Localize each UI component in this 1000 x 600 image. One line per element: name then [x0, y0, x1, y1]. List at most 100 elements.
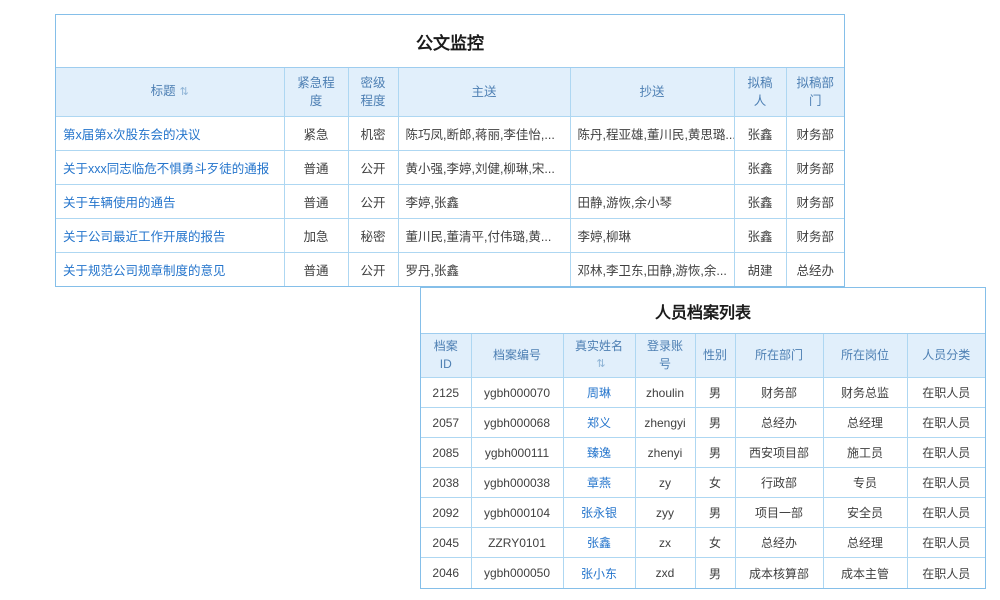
- personnel-name-cell: 郑义: [563, 408, 635, 438]
- doc-title-link[interactable]: 关于公司最近工作开展的报告: [63, 230, 226, 244]
- personnel-col-header-category: 人员分类: [907, 334, 985, 378]
- personnel-department-cell: 行政部: [735, 468, 823, 498]
- personnel-table-row: 2125 ygbh000070 周琳 zhoulin 男 财务部 财务总监 在职…: [421, 378, 985, 408]
- personnel-header-row: 档案ID 档案编号 真实姓名⇅ 登录账号 性别 所在部门 所在岗位 人员分类: [421, 334, 985, 378]
- personnel-col-header-code: 档案编号: [471, 334, 563, 378]
- doc-urgency-cell: 紧急: [284, 116, 348, 150]
- personnel-position-cell: 专员: [823, 468, 907, 498]
- personnel-name-cell: 张小东: [563, 558, 635, 588]
- doc-table-row: 关于规范公司规章制度的意见 普通 公开 罗丹,张鑫 邓林,李卫东,田静,游恢,余…: [56, 252, 844, 286]
- sort-icon: ⇅: [596, 357, 605, 373]
- doc-header-row: 标题⇅ 紧急程度 密级程度 主送 抄送 拟稿人 拟稿部门: [56, 68, 844, 116]
- personnel-gender-cell: 男: [695, 498, 735, 528]
- personnel-category-cell: 在职人员: [907, 558, 985, 588]
- personnel-name-link[interactable]: 张小东: [581, 567, 617, 581]
- personnel-col-header-account: 登录账号: [635, 334, 695, 378]
- personnel-account-cell: zx: [635, 528, 695, 558]
- personnel-category-cell: 在职人员: [907, 408, 985, 438]
- doc-mainsend-cell: 董川民,董清平,付伟璐,黄...: [398, 218, 570, 252]
- doc-col-header-title-label: 标题: [151, 84, 176, 98]
- personnel-gender-cell: 女: [695, 468, 735, 498]
- doc-col-header-dept: 拟稿部门: [786, 68, 844, 116]
- doc-urgency-cell: 加急: [284, 218, 348, 252]
- doc-title-cell: 关于规范公司规章制度的意见: [56, 252, 284, 286]
- personnel-code-cell: ygbh000104: [471, 498, 563, 528]
- doc-title-link[interactable]: 关于车辆使用的通告: [63, 196, 176, 210]
- doc-title-cell: 关于xxx同志临危不惧勇斗歹徒的通报: [56, 150, 284, 184]
- personnel-name-cell: 章燕: [563, 468, 635, 498]
- personnel-gender-cell: 女: [695, 528, 735, 558]
- doc-urgency-cell: 普通: [284, 252, 348, 286]
- personnel-id-cell: 2046: [421, 558, 471, 588]
- doc-dept-cell: 财务部: [786, 184, 844, 218]
- doc-monitor-title: 公文监控: [56, 15, 844, 68]
- personnel-department-cell: 财务部: [735, 378, 823, 408]
- personnel-department-cell: 总经办: [735, 408, 823, 438]
- personnel-id-cell: 2085: [421, 438, 471, 468]
- personnel-account-cell: zy: [635, 468, 695, 498]
- doc-title-link[interactable]: 第x届第x次股东会的决议: [63, 128, 201, 142]
- doc-title-cell: 关于公司最近工作开展的报告: [56, 218, 284, 252]
- doc-dept-cell: 财务部: [786, 150, 844, 184]
- personnel-table-row: 2092 ygbh000104 张永银 zyy 男 项目一部 安全员 在职人员: [421, 498, 985, 528]
- personnel-account-cell: zhenyi: [635, 438, 695, 468]
- personnel-gender-cell: 男: [695, 378, 735, 408]
- doc-drafter-cell: 张鑫: [734, 116, 786, 150]
- personnel-id-cell: 2057: [421, 408, 471, 438]
- doc-cc-cell: 邓林,李卫东,田静,游恢,余...: [570, 252, 734, 286]
- personnel-name-link[interactable]: 臻逸: [587, 446, 611, 460]
- personnel-position-cell: 安全员: [823, 498, 907, 528]
- doc-col-header-secrecy: 密级程度: [348, 68, 398, 116]
- doc-mainsend-cell: 李婷,张鑫: [398, 184, 570, 218]
- personnel-name-link[interactable]: 张鑫: [587, 536, 611, 550]
- personnel-table-row: 2038 ygbh000038 章燕 zy 女 行政部 专员 在职人员: [421, 468, 985, 498]
- doc-drafter-cell: 张鑫: [734, 218, 786, 252]
- personnel-archive-title: 人员档案列表: [421, 288, 985, 334]
- personnel-gender-cell: 男: [695, 438, 735, 468]
- doc-col-header-cc: 抄送: [570, 68, 734, 116]
- personnel-name-link[interactable]: 周琳: [587, 386, 611, 400]
- personnel-account-cell: zhoulin: [635, 378, 695, 408]
- personnel-category-cell: 在职人员: [907, 378, 985, 408]
- doc-dept-cell: 总经办: [786, 252, 844, 286]
- doc-mainsend-cell: 罗丹,张鑫: [398, 252, 570, 286]
- doc-title-cell: 第x届第x次股东会的决议: [56, 116, 284, 150]
- personnel-position-cell: 财务总监: [823, 378, 907, 408]
- personnel-gender-cell: 男: [695, 408, 735, 438]
- doc-table-row: 关于公司最近工作开展的报告 加急 秘密 董川民,董清平,付伟璐,黄... 李婷,…: [56, 218, 844, 252]
- personnel-id-cell: 2038: [421, 468, 471, 498]
- doc-mainsend-cell: 黄小强,李婷,刘健,柳琳,宋...: [398, 150, 570, 184]
- personnel-gender-cell: 男: [695, 558, 735, 588]
- personnel-category-cell: 在职人员: [907, 528, 985, 558]
- doc-monitor-table: 标题⇅ 紧急程度 密级程度 主送 抄送 拟稿人 拟稿部门 第x届第x次股东会的决…: [56, 68, 844, 286]
- doc-col-header-title[interactable]: 标题⇅: [56, 68, 284, 116]
- doc-dept-cell: 财务部: [786, 116, 844, 150]
- doc-cc-cell: 田静,游恢,余小琴: [570, 184, 734, 218]
- personnel-department-cell: 成本核算部: [735, 558, 823, 588]
- doc-title-link[interactable]: 关于规范公司规章制度的意见: [63, 264, 226, 278]
- doc-monitor-panel: 公文监控 标题⇅ 紧急程度 密级程度 主送 抄送 拟稿人 拟稿部门 第x届第x次…: [55, 14, 845, 287]
- personnel-account-cell: zhengyi: [635, 408, 695, 438]
- personnel-account-cell: zyy: [635, 498, 695, 528]
- personnel-position-cell: 总经理: [823, 528, 907, 558]
- personnel-name-link[interactable]: 郑义: [587, 416, 611, 430]
- doc-secrecy-cell: 秘密: [348, 218, 398, 252]
- personnel-name-link[interactable]: 章燕: [587, 476, 611, 490]
- personnel-code-cell: ygbh000038: [471, 468, 563, 498]
- doc-cc-cell: 李婷,柳琳: [570, 218, 734, 252]
- personnel-name-link[interactable]: 张永银: [581, 506, 617, 520]
- doc-drafter-cell: 张鑫: [734, 150, 786, 184]
- personnel-department-cell: 西安项目部: [735, 438, 823, 468]
- personnel-col-header-realname[interactable]: 真实姓名⇅: [563, 334, 635, 378]
- doc-cc-cell: [570, 150, 734, 184]
- personnel-code-cell: ZZRY0101: [471, 528, 563, 558]
- personnel-name-cell: 张鑫: [563, 528, 635, 558]
- doc-secrecy-cell: 公开: [348, 150, 398, 184]
- personnel-col-header-id: 档案ID: [421, 334, 471, 378]
- personnel-table-row: 2085 ygbh000111 臻逸 zhenyi 男 西安项目部 施工员 在职…: [421, 438, 985, 468]
- doc-dept-cell: 财务部: [786, 218, 844, 252]
- doc-mainsend-cell: 陈巧凤,断郎,蒋丽,李佳怡,...: [398, 116, 570, 150]
- personnel-account-cell: zxd: [635, 558, 695, 588]
- personnel-name-cell: 周琳: [563, 378, 635, 408]
- doc-title-link[interactable]: 关于xxx同志临危不惧勇斗歹徒的通报: [63, 162, 269, 176]
